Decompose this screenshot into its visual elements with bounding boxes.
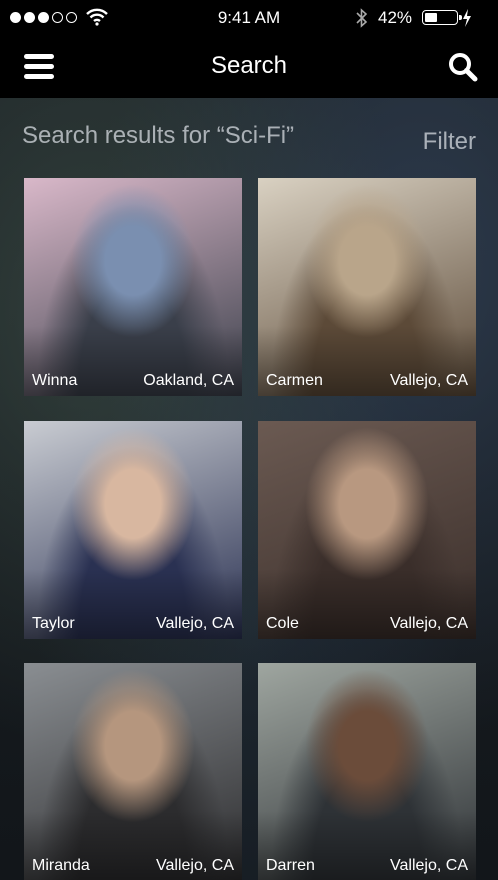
card-location: Vallejo, CA: [156, 857, 234, 874]
result-card[interactable]: Miranda Vallejo, CA: [24, 663, 242, 880]
battery-percent: 42%: [378, 8, 413, 27]
result-card[interactable]: Taylor Vallejo, CA: [24, 421, 242, 639]
card-location: Vallejo, CA: [156, 615, 234, 632]
card-name: Carmen: [266, 372, 323, 389]
card-location: Oakland, CA: [143, 372, 234, 389]
card-location: Vallejo, CA: [390, 372, 468, 389]
battery-icon: [422, 10, 462, 25]
card-name: Miranda: [32, 857, 90, 874]
results-heading: Search results for “Sci-Fi”: [22, 122, 295, 149]
result-card[interactable]: Winna Oakland, CA: [24, 178, 242, 396]
filter-button[interactable]: Filter: [423, 128, 476, 156]
result-card[interactable]: Darren Vallejo, CA: [258, 663, 476, 880]
card-name: Cole: [266, 615, 299, 632]
result-card[interactable]: Carmen Vallejo, CA: [258, 178, 476, 396]
charging-icon: [463, 9, 471, 27]
search-icon[interactable]: [448, 52, 478, 82]
card-location: Vallejo, CA: [390, 857, 468, 874]
battery-fill: [425, 13, 438, 22]
card-name: Darren: [266, 857, 315, 874]
card-name: Winna: [32, 372, 78, 389]
page-title: Search: [210, 52, 288, 79]
navigation-bar: Search: [0, 36, 498, 98]
card-name: Taylor: [32, 615, 75, 632]
card-location: Vallejo, CA: [390, 615, 468, 632]
bluetooth-icon: [356, 8, 368, 28]
status-bar: 9:41 AM 42%: [0, 0, 498, 36]
result-card[interactable]: Cole Vallejo, CA: [258, 421, 476, 639]
